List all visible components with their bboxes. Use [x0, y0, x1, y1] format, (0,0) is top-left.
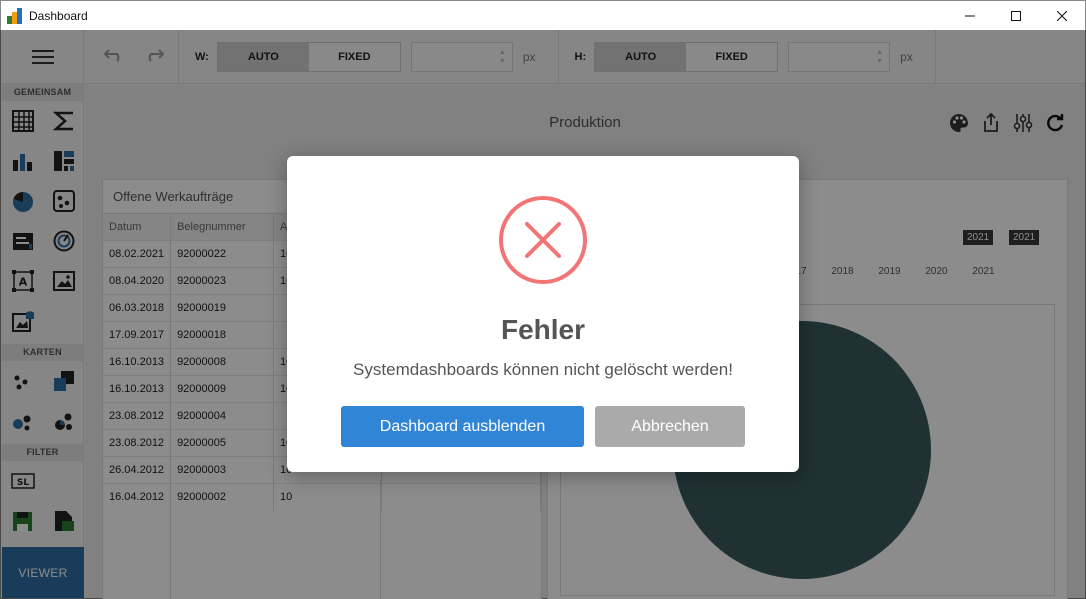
cancel-button[interactable]: Abbrechen	[595, 406, 745, 447]
maximize-button[interactable]	[993, 1, 1039, 31]
close-icon	[1057, 11, 1067, 21]
error-dialog: Fehler Systemdashboards können nicht gel…	[287, 156, 799, 472]
app-logo-icon	[7, 7, 23, 24]
minimize-icon	[965, 15, 975, 17]
window-titlebar: Dashboard	[0, 0, 1086, 30]
hide-dashboard-button[interactable]: Dashboard ausblenden	[341, 406, 584, 447]
maximize-icon	[1011, 11, 1021, 21]
error-x-icon	[499, 196, 587, 284]
dialog-message: Systemdashboards können nicht gelöscht w…	[353, 360, 733, 379]
dialog-title: Fehler	[500, 314, 586, 345]
close-window-button[interactable]	[1039, 1, 1085, 31]
window-title: Dashboard	[29, 8, 88, 23]
minimize-button[interactable]	[947, 1, 993, 31]
